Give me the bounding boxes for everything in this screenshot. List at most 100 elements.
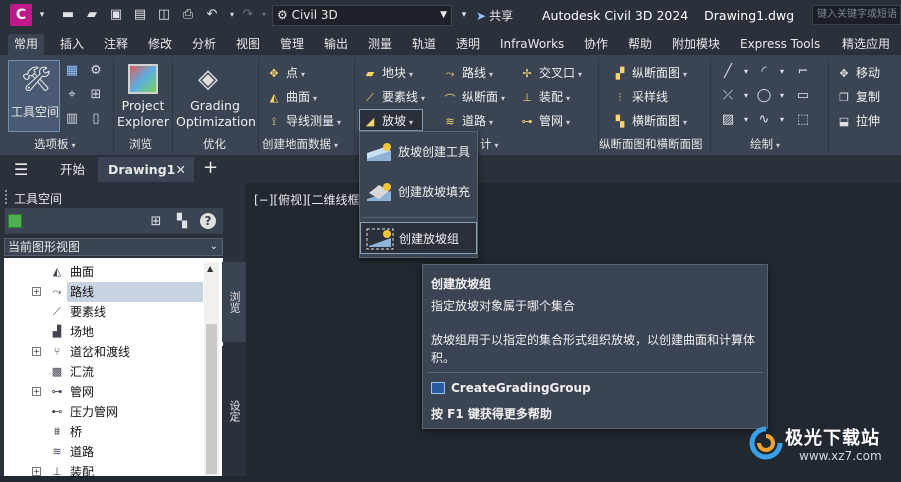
tool-palette-icon[interactable]: ▯	[88, 111, 104, 127]
xline-dropdown-icon[interactable]: ▾	[738, 88, 754, 104]
tree-item[interactable]: ⩩ 桥	[4, 422, 204, 442]
tree-item[interactable]: ⊷ 压力管网	[4, 402, 204, 422]
move-button[interactable]: ✥ 移动	[836, 64, 880, 81]
pipe-network-button[interactable]: ⊶ 管网 ▾	[519, 112, 571, 129]
prospector-icon[interactable]	[8, 214, 22, 228]
layer-properties-icon[interactable]: ▦	[64, 63, 80, 79]
expand-icon[interactable]: +	[32, 467, 41, 476]
item-view-icon[interactable]: ⊞	[148, 214, 164, 230]
survey-palette-icon[interactable]: ⌖	[64, 87, 80, 103]
panel-label-design[interactable]: 计 ▾	[480, 136, 499, 152]
customize-toolbar-icon[interactable]: ▾	[456, 7, 472, 23]
stretch-button[interactable]: ⬓ 拉伸	[836, 112, 880, 129]
tab-view[interactable]: 视图	[230, 34, 266, 55]
profile-button[interactable]: ⌒ 纵断面 ▾	[442, 88, 506, 106]
arc-dropdown-icon[interactable]: ▾	[774, 64, 790, 80]
search-input[interactable]: 键入关键字或短语	[812, 5, 901, 25]
new-file-icon[interactable]: ▬	[60, 7, 76, 23]
undo-dropdown-icon[interactable]: ▾	[224, 7, 240, 23]
line-icon[interactable]: ╱	[720, 64, 736, 80]
settings-panel-icon[interactable]: ⚙	[88, 63, 104, 79]
hamburger-menu-icon[interactable]: ☰	[14, 160, 28, 179]
palette-grip[interactable]	[5, 190, 8, 204]
tab-help[interactable]: 帮助	[622, 34, 658, 55]
tab-featured-apps[interactable]: 精选应用	[836, 34, 896, 55]
close-icon[interactable]: ✕	[176, 157, 186, 182]
spline-icon[interactable]: ∿	[756, 112, 772, 128]
feature-line-button[interactable]: ⟋ 要素线 ▾	[362, 88, 425, 105]
tab-express-tools[interactable]: Express Tools	[734, 34, 826, 55]
corridor-button[interactable]: ≋ 道路 ▾	[442, 112, 493, 129]
spline-dropdown-icon[interactable]: ▾	[774, 112, 790, 128]
open-folder-icon[interactable]: ▰	[84, 7, 100, 23]
rectangle-icon[interactable]: ▭	[795, 88, 811, 104]
tab-collaborate[interactable]: 协作	[578, 34, 614, 55]
tab-survey[interactable]: 测量	[362, 34, 398, 55]
scroll-up-icon[interactable]: ▲	[207, 264, 213, 273]
panel-label-draw[interactable]: 绘制 ▾	[750, 136, 780, 152]
tree-item[interactable]: + ⑂ 道岔和渡线	[4, 342, 204, 362]
scroll-thumb[interactable]	[206, 324, 217, 474]
points-button[interactable]: ✥ 点 ▾	[266, 64, 305, 81]
workspace-select[interactable]: ⚙ Civil 3D ▼	[272, 5, 452, 26]
expand-icon[interactable]: +	[32, 287, 41, 296]
create-grading-infill-item[interactable]: 创建放坡填充	[360, 176, 477, 208]
side-tab-browse[interactable]: 浏览	[222, 262, 246, 342]
traverse-button[interactable]: ⟟ 导线测量 ▾	[266, 112, 341, 129]
redo-dropdown-icon[interactable]: ▾	[256, 7, 272, 23]
intersection-button[interactable]: ✢ 交叉口 ▾	[519, 64, 582, 81]
tab-home[interactable]: 常用	[8, 34, 45, 55]
tree-item[interactable]: + ⊶ 管网	[4, 382, 204, 402]
tab-annotate[interactable]: 注释	[98, 34, 134, 55]
boundary-icon[interactable]: ⬚	[795, 112, 811, 128]
tree-item[interactable]: ▩ 汇流	[4, 362, 204, 382]
tab-addins[interactable]: 附加模块	[666, 34, 726, 55]
parcel-button[interactable]: ▰ 地块 ▾	[362, 64, 413, 81]
tab-output[interactable]: 输出	[318, 34, 354, 55]
panel-label-ground-data[interactable]: 创建地面数据 ▾	[262, 136, 338, 152]
circle-dropdown-icon[interactable]: ▾	[774, 88, 790, 104]
save-icon[interactable]: ▣	[108, 7, 124, 23]
tab-manage[interactable]: 管理	[274, 34, 310, 55]
tree-item[interactable]: ⟋ 要素线	[4, 302, 204, 322]
view-select[interactable]: 当前图形视图 ⌄	[4, 238, 223, 256]
copy-button[interactable]: ❐ 复制	[836, 88, 880, 105]
line-dropdown-icon[interactable]: ▾	[738, 64, 754, 80]
tree-item[interactable]: ▟ 场地	[4, 322, 204, 342]
sample-lines-button[interactable]: ⫶ 采样线	[612, 88, 668, 105]
arc-icon[interactable]: ◜	[756, 64, 772, 80]
app-menu-chevron-icon[interactable]: ▾	[34, 7, 50, 23]
tab-start[interactable]: 开始	[50, 157, 95, 182]
tree-item[interactable]: ◭ 曲面	[4, 262, 204, 282]
construction-line-icon[interactable]: ⤫	[720, 88, 736, 104]
section-views-button[interactable]: ▚ 横断面图 ▾	[612, 112, 687, 129]
expand-icon[interactable]: +	[32, 387, 41, 396]
save-as-icon[interactable]: ▤	[132, 7, 148, 23]
profile-view-button[interactable]: ▞ 纵断面图 ▾	[612, 64, 687, 81]
polyline-icon[interactable]: ⌐	[795, 64, 811, 80]
split-view-icon[interactable]: ▚	[174, 214, 190, 230]
surfaces-button[interactable]: ◭ 曲面 ▾	[266, 88, 317, 105]
grading-optimization-button[interactable]: Grading Optimization	[176, 98, 256, 130]
help-icon[interactable]: ?	[200, 213, 216, 229]
tab-drawing1[interactable]: Drawing1 ✕	[98, 157, 194, 182]
redo-icon[interactable]: ↷	[240, 7, 256, 23]
share-button[interactable]: ➤ 共享	[476, 7, 513, 24]
web-mobile-icon[interactable]: ◫	[156, 7, 172, 23]
tree-scrollbar[interactable]: ▲	[204, 262, 219, 476]
hatch-icon[interactable]: ▨	[720, 112, 736, 128]
tab-analyze[interactable]: 分析	[186, 34, 222, 55]
tab-modify[interactable]: 修改	[142, 34, 178, 55]
alignment-button[interactable]: ⤳ 路线 ▾	[442, 64, 493, 81]
panel-label-palettes[interactable]: 选项板 ▾	[34, 136, 76, 152]
hatch-dropdown-icon[interactable]: ▾	[738, 112, 754, 128]
viewport-controls[interactable]: [−][俯视][二维线框	[254, 191, 359, 208]
tree-item[interactable]: ≋ 道路	[4, 442, 204, 462]
print-icon[interactable]: ⎙	[180, 7, 196, 23]
create-grading-group-item[interactable]: 创建放坡组	[360, 222, 477, 254]
tree-item[interactable]: + ⤳ 路线	[4, 282, 204, 302]
tab-rail[interactable]: 轨道	[406, 34, 442, 55]
grading-button[interactable]: ◢ 放坡 ▾	[359, 109, 423, 131]
toolspace-button[interactable]: 🛠 工具空间	[8, 60, 60, 132]
tree-item[interactable]: + ⊥ 装配	[4, 462, 204, 482]
